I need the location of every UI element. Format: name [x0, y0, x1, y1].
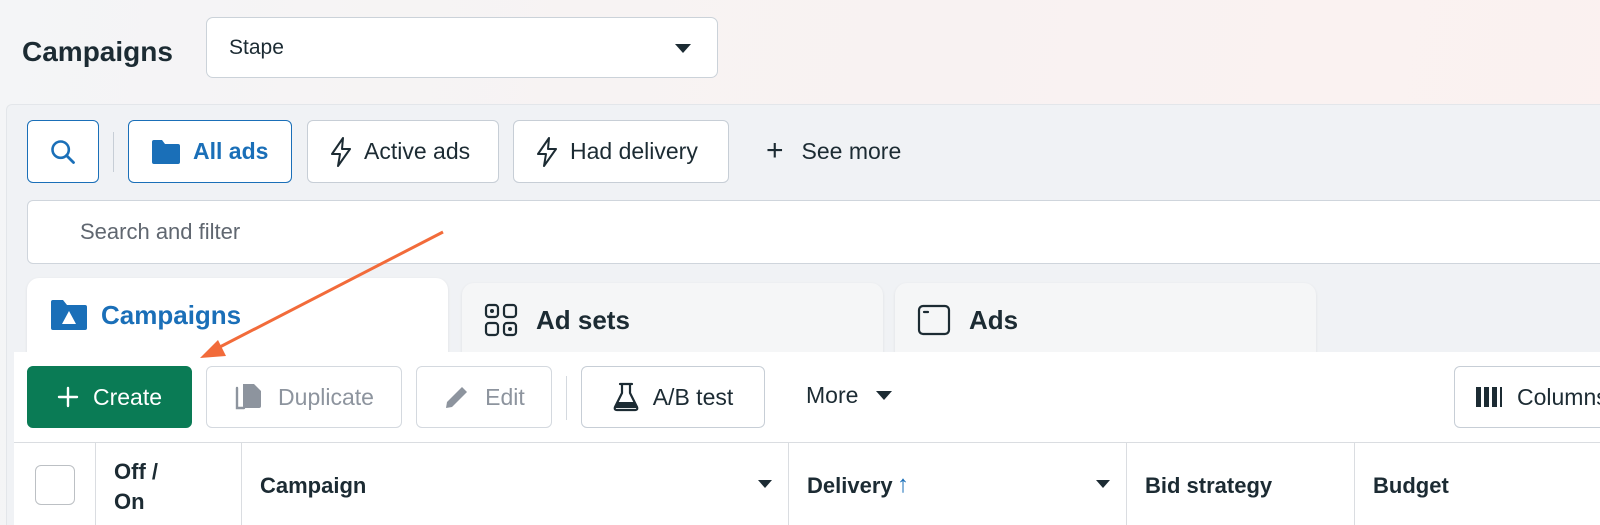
folder-icon [151, 139, 181, 165]
table-header: Off / On Campaign Delivery ↑ Bid strateg… [14, 442, 1600, 525]
columns-button[interactable]: Columns [1454, 366, 1600, 428]
plus-icon [57, 386, 79, 408]
search-button[interactable] [27, 120, 99, 183]
sort-caret-icon[interactable] [758, 480, 772, 488]
toolbar-divider [566, 376, 567, 420]
top-header: Campaigns Stape [0, 0, 1600, 104]
pencil-icon [443, 383, 471, 411]
more-label: More [806, 382, 859, 408]
search-filter-input[interactable] [80, 215, 780, 249]
more-dropdown[interactable]: More [806, 382, 893, 409]
chevron-down-icon [675, 44, 691, 53]
grid-icon [484, 303, 518, 342]
tab-ads-label: Ads [969, 305, 1019, 335]
tab-ad-sets-label: Ad sets [536, 305, 630, 335]
select-all-checkbox[interactable] [35, 465, 75, 505]
search-icon [51, 139, 75, 164]
sort-caret-icon[interactable] [1096, 480, 1110, 488]
column-bid-strategy-label: Bid strategy [1145, 473, 1273, 498]
columns-label: Columns [1517, 383, 1600, 410]
account-name: Stape [229, 36, 284, 59]
sort-ascending-icon[interactable]: ↑ [897, 471, 909, 499]
column-off-on-line1: Off / [114, 459, 158, 484]
all-ads-chip[interactable]: All ads [128, 120, 292, 183]
ab-test-label: A/B test [652, 383, 734, 410]
all-ads-label: All ads [193, 138, 269, 164]
lightning-icon [330, 136, 352, 167]
duplicate-icon [234, 382, 264, 412]
duplicate-button[interactable]: Duplicate [206, 366, 402, 428]
chip-divider [113, 132, 114, 172]
active-ads-chip[interactable]: Active ads [307, 120, 499, 183]
campaign-folder-icon [49, 298, 89, 337]
chevron-down-icon [876, 391, 893, 400]
see-more-label: See more [801, 137, 902, 164]
see-more-button[interactable]: + See more [766, 136, 901, 166]
edit-label: Edit [485, 383, 525, 410]
column-budget-label: Budget [1373, 473, 1449, 498]
search-filter-bar[interactable] [27, 200, 1600, 264]
column-off-on[interactable]: Off / On [96, 443, 242, 525]
ad-window-icon [917, 303, 951, 342]
columns-icon [1475, 385, 1503, 409]
active-ads-label: Active ads [364, 138, 471, 164]
select-all-column [14, 443, 96, 525]
create-label: Create [92, 383, 163, 410]
ab-test-button[interactable]: A/B test [581, 366, 765, 428]
column-off-on-line2: On [114, 489, 145, 514]
edit-button[interactable]: Edit [416, 366, 552, 428]
tab-campaigns-label: Campaigns [101, 300, 242, 330]
lightning-icon [536, 136, 558, 167]
page-title: Campaigns [22, 36, 173, 67]
column-campaign-label: Campaign [260, 473, 367, 498]
column-budget[interactable]: Budget [1355, 443, 1600, 525]
duplicate-label: Duplicate [278, 383, 374, 410]
plus-icon: + [766, 134, 784, 167]
column-campaign[interactable]: Campaign [242, 443, 789, 525]
column-bid-strategy[interactable]: Bid strategy [1127, 443, 1355, 525]
had-delivery-chip[interactable]: Had delivery [513, 120, 729, 183]
had-delivery-label: Had delivery [570, 138, 698, 164]
column-delivery-label: Delivery [807, 473, 893, 498]
account-selector[interactable]: Stape [206, 17, 718, 78]
create-button[interactable]: Create [27, 366, 192, 428]
column-delivery[interactable]: Delivery ↑ [789, 443, 1127, 525]
flask-icon [613, 382, 639, 412]
